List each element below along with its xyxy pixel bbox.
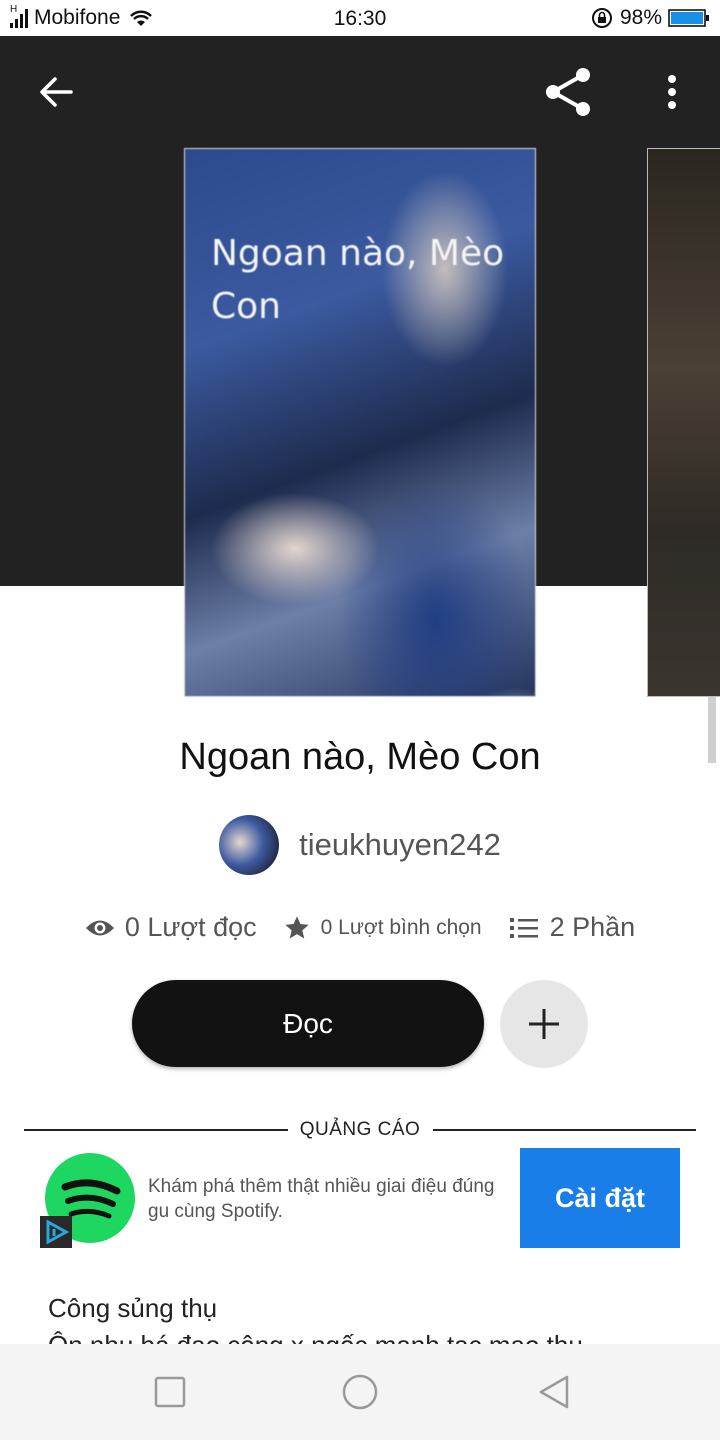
battery-percent: 98% [619,6,662,29]
adchoices-icon[interactable] [40,1216,72,1248]
more-options-button[interactable] [642,62,702,122]
eye-icon [85,920,114,935]
ad-divider-left [24,1129,288,1131]
triangle-back-icon [539,1375,569,1409]
share-button[interactable] [538,62,598,122]
status-bar: H Mobifone 16:30 98% [0,0,720,36]
rotation-lock-icon [591,8,612,28]
plus-icon [529,1009,559,1039]
ad-description[interactable]: Khám phá thêm thật nhiều giai điệu đúng … [148,1174,508,1224]
author-row[interactable]: tieukhuyen242 [0,815,720,875]
arrow-left-icon [40,77,73,107]
description-line-1: Công sủng thụ [48,1293,218,1323]
avatar[interactable] [219,815,280,875]
story-title: Ngoan nào, Mèo Con [179,736,541,778]
square-icon [154,1376,186,1408]
votes-stat: 0 Lượt bình chọn [283,914,482,942]
parts-count: 2 Phần [549,912,636,942]
install-button[interactable]: Cài đặt [520,1148,680,1248]
system-back-button[interactable] [524,1368,584,1416]
author-name[interactable]: tieukhuyen242 [299,827,501,863]
read-button[interactable]: Đọc [132,980,484,1067]
ad-label: QUẢNG CÁO [299,1119,421,1140]
parts-stat: 2 Phần [509,912,636,943]
cover-title-text: Ngoan nào, Mèo Con [211,233,505,327]
back-button[interactable] [26,62,86,122]
ad-divider-right [433,1129,696,1131]
story-cover[interactable]: Ngoan nào, Mèo Con [184,148,536,697]
battery-icon [668,9,709,27]
share-icon [546,68,590,116]
list-icon [509,917,538,938]
reads-count: 0 Lượt đọc [124,912,257,942]
status-right: 98% [590,6,710,30]
system-nav-bar [0,1344,720,1440]
votes-count: 0 Lượt bình chọn [320,915,482,939]
story-stats: 0 Lượt đọc 0 Lượt bình chọn 2 Phần [0,912,720,943]
circle-icon [342,1374,378,1410]
add-to-library-button[interactable] [500,980,588,1068]
recent-apps-button[interactable] [140,1368,200,1416]
home-button[interactable] [330,1368,390,1416]
next-story-cover[interactable] [647,148,720,697]
reads-stat: 0 Lượt đọc [85,912,257,943]
star-icon [285,915,309,938]
more-vertical-icon [668,75,676,109]
